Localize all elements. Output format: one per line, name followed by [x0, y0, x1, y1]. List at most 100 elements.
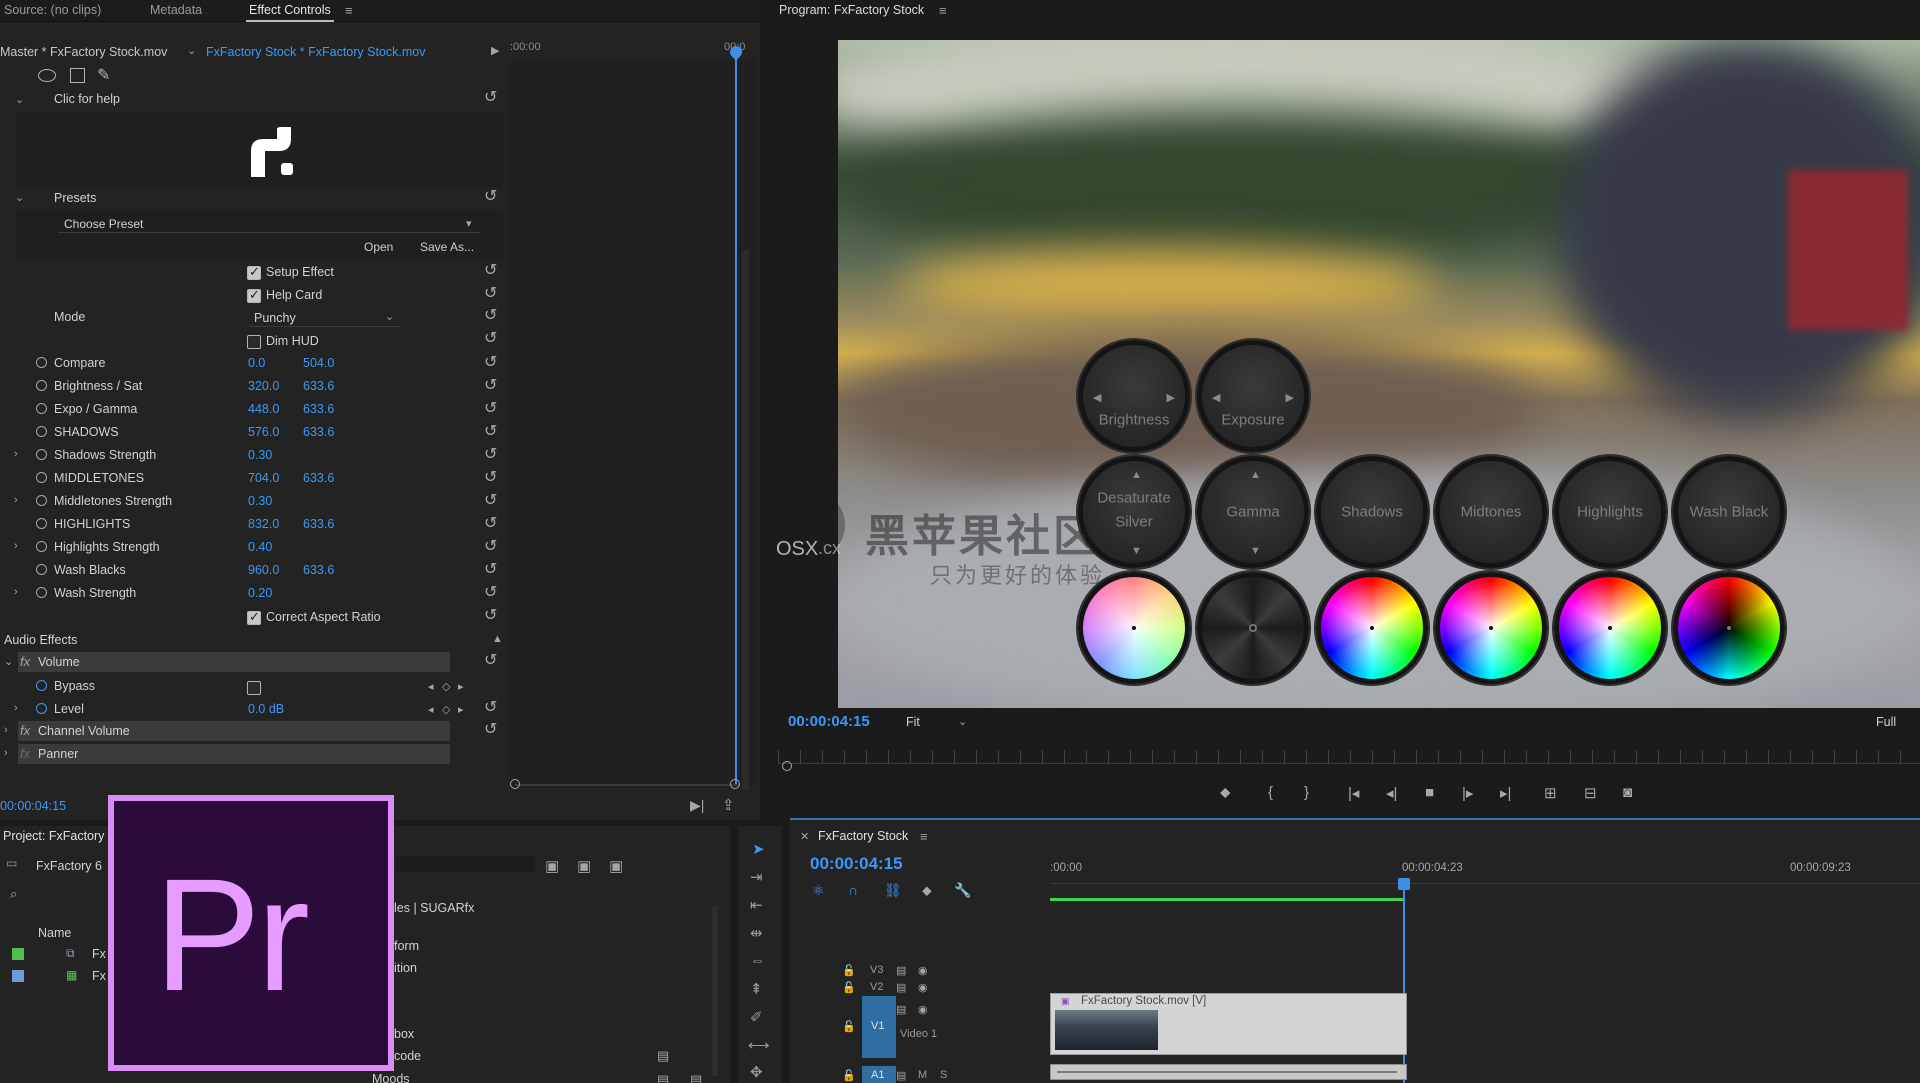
dim-hud-checkbox[interactable]	[247, 335, 261, 349]
reset-icon[interactable]: ↺	[484, 513, 497, 533]
mini-zoom-bar[interactable]	[515, 784, 740, 786]
scrollbar[interactable]	[742, 250, 749, 790]
correct-aspect-checkbox[interactable]	[247, 609, 261, 625]
reset-icon[interactable]: ↺	[484, 559, 497, 579]
param-value-x[interactable]: 0.0	[248, 356, 265, 370]
reset-icon[interactable]: ↺	[484, 605, 497, 625]
resolution-dropdown[interactable]: Full	[1876, 715, 1896, 729]
slip-tool-icon[interactable]: ✐	[750, 1008, 763, 1026]
reset-icon[interactable]: ↺	[484, 536, 497, 556]
param-row-compare[interactable]: Compare 0.0 504.0 ↺	[0, 352, 510, 374]
preset-dropdown[interactable]: Choose Preset ▾	[58, 215, 480, 233]
audio-volume-line[interactable]	[1057, 1071, 1397, 1073]
bin-item[interactable]: box	[394, 1027, 414, 1041]
eye-icon[interactable]: ◉	[918, 1003, 928, 1016]
collapse-up-icon[interactable]: ▲	[492, 633, 503, 645]
stopwatch-icon[interactable]	[36, 380, 47, 391]
rate-stretch-tool-icon[interactable]: ⇔	[750, 952, 765, 969]
brightness-saturation-wheel[interactable]	[1078, 572, 1190, 684]
wash-black-color-wheel[interactable]	[1673, 572, 1785, 684]
name-column-header[interactable]: Name	[38, 926, 71, 940]
bin-item[interactable]: Moods	[372, 1072, 410, 1083]
chevron-right-icon[interactable]: ›	[14, 586, 18, 598]
wheel-puck[interactable]	[1370, 626, 1374, 630]
lock-icon[interactable]: 🔓	[842, 981, 856, 994]
midtones-knob[interactable]: Midtones	[1435, 456, 1547, 568]
reset-icon[interactable]: ↺	[484, 444, 497, 464]
stopwatch-icon[interactable]	[36, 495, 47, 506]
step-forward-icon[interactable]: |▸	[1462, 784, 1473, 802]
film-icon[interactable]: ▤	[896, 981, 906, 994]
param-row-expo-gamma[interactable]: Expo / Gamma 448.0 633.6 ↺	[0, 398, 510, 420]
stopwatch-icon[interactable]	[36, 541, 47, 552]
zoom-handle-left[interactable]	[510, 779, 520, 789]
bin-item[interactable]: ition	[394, 961, 417, 975]
reset-icon[interactable]: ↺	[484, 260, 497, 280]
param-value-x[interactable]: 960.0	[248, 563, 279, 577]
video-clip[interactable]: ▣ FxFactory Stock.mov [V]	[1050, 993, 1407, 1055]
param-row-wash-blacks[interactable]: Wash Blacks 960.0 633.6 ↺	[0, 559, 510, 581]
program-time-ruler[interactable]	[778, 750, 1920, 764]
stopwatch-icon[interactable]	[36, 703, 47, 714]
level-value[interactable]: 0.0 dB	[248, 702, 284, 716]
param-row-brightness-sat[interactable]: Brightness / Sat 320.0 633.6 ↺	[0, 375, 510, 397]
param-value[interactable]: 0.40	[248, 540, 272, 554]
help-link[interactable]: Clic for help	[54, 92, 120, 106]
track-label-v2[interactable]: V2	[870, 981, 883, 993]
marker-icon[interactable]: ⬥	[1220, 784, 1231, 801]
reset-icon[interactable]: ↺	[484, 398, 497, 418]
bypass-checkbox[interactable]	[247, 681, 261, 695]
playhead-line[interactable]	[735, 50, 737, 786]
lock-icon[interactable]: 🔓	[842, 964, 856, 977]
gamma-knob[interactable]: ▲ Gamma ▼	[1197, 456, 1309, 568]
chevron-down-icon[interactable]: ⌄	[4, 655, 13, 668]
shadows-color-wheel[interactable]	[1316, 572, 1428, 684]
exposure-knob[interactable]: ◀ ▶ Exposure	[1197, 340, 1309, 452]
wheel-puck[interactable]	[1132, 626, 1136, 630]
label-color-blue[interactable]	[12, 970, 24, 982]
bin-icon[interactable]: ▣	[609, 857, 623, 875]
audio-clip[interactable]	[1050, 1064, 1407, 1080]
reset-icon[interactable]: ↺	[484, 328, 497, 348]
reset-icon[interactable]: ↺	[484, 87, 497, 107]
wrench-icon[interactable]: 🔧	[954, 882, 971, 899]
program-timecode[interactable]: 00:00:04:15	[788, 713, 870, 730]
param-value[interactable]: 0.30	[248, 448, 272, 462]
play-audio-icon[interactable]: ▶|	[690, 797, 704, 814]
tab-metadata[interactable]: Metadata	[150, 3, 202, 17]
chevron-right-icon[interactable]: ›	[4, 747, 8, 759]
panel-menu-icon[interactable]: ≡	[345, 3, 353, 18]
clip-label[interactable]: FxFactory Stock * FxFactory Stock.mov	[206, 45, 426, 59]
lock-icon[interactable]: 🔓	[842, 1020, 856, 1033]
plugin-logo-area[interactable]	[15, 112, 503, 188]
prev-keyframe-icon[interactable]: ◂	[428, 680, 434, 693]
midtones-color-wheel[interactable]	[1435, 572, 1547, 684]
chevron-right-icon[interactable]: ›	[14, 702, 18, 714]
stopwatch-icon[interactable]	[36, 472, 47, 483]
stopwatch-icon[interactable]	[36, 518, 47, 529]
linked-selection-icon[interactable]: ⛓	[884, 882, 902, 899]
fx-badge-icon[interactable]: fx	[20, 723, 30, 738]
tab-effect-controls[interactable]: Effect Controls	[246, 3, 334, 22]
bin-item[interactable]: les | SUGARfx	[394, 901, 474, 915]
param-value-y[interactable]: 633.6	[303, 517, 334, 531]
export-icon[interactable]: ⇪	[722, 796, 735, 814]
reset-icon[interactable]: ↺	[484, 283, 497, 303]
snap-icon[interactable]: ∩	[848, 882, 858, 898]
bin-icon[interactable]: ▣	[545, 857, 559, 875]
selection-tool-icon[interactable]: ➤	[752, 840, 765, 858]
param-value-y[interactable]: 633.6	[303, 379, 334, 393]
work-area-bar[interactable]	[1050, 898, 1405, 901]
panner-effect-bar[interactable]	[18, 744, 450, 764]
fx-badge-icon[interactable]: fx	[20, 746, 30, 761]
sequence-title[interactable]: FxFactory Stock	[818, 829, 908, 843]
scrollbar[interactable]	[712, 906, 718, 1076]
help-card-checkbox[interactable]	[247, 287, 261, 303]
zoom-fit-dropdown[interactable]: Fit ⌄	[902, 713, 972, 731]
stop-icon[interactable]: ■	[1425, 784, 1434, 801]
chevron-right-icon[interactable]: ›	[4, 724, 8, 736]
param-value[interactable]: 0.20	[248, 586, 272, 600]
ec-current-time[interactable]: 00:00:04:15	[0, 799, 66, 813]
go-to-out-icon[interactable]: ▸|	[1500, 784, 1511, 802]
rectangle-mask-icon[interactable]	[70, 68, 85, 83]
